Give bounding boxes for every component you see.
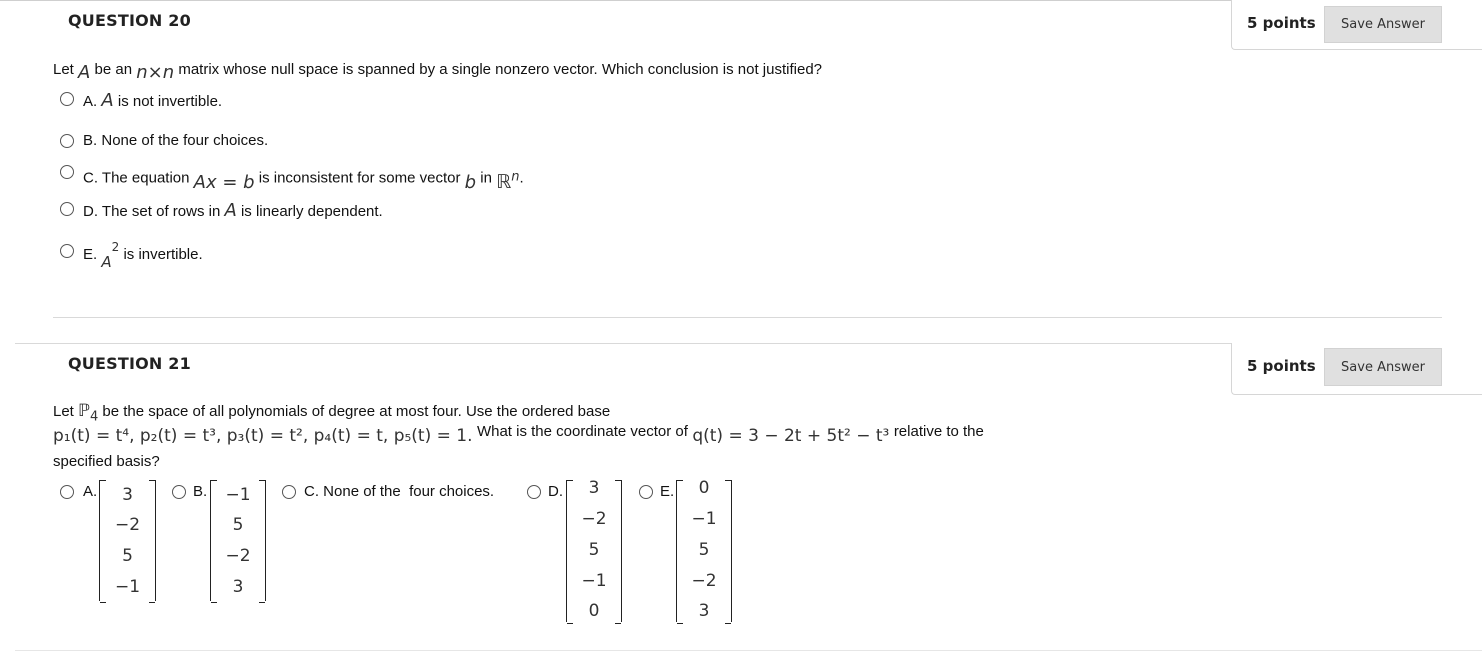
save-answer-button[interactable]: Save Answer <box>1324 348 1442 386</box>
vector-entry: 5 <box>232 515 244 535</box>
math-n-by-n: n×n <box>136 62 175 83</box>
real-numbers-symbol: ℝ <box>496 171 512 194</box>
prompt-text: be the space of all polynomials of degre… <box>102 403 611 420</box>
option-letter: A. <box>83 483 98 500</box>
vector-entry: 0 <box>588 601 600 621</box>
question-prompt-line-2: p₁(t) = t⁴, p₂(t) = t³, p₃(t) = t², p₄(t… <box>53 423 984 446</box>
option-letter: C. <box>83 169 98 187</box>
radio-option-b[interactable] <box>172 485 186 499</box>
math-real-n: ℝn <box>496 170 520 194</box>
radio-option-c[interactable] <box>282 485 296 499</box>
option-d: D. The set of rows in A is linearly depe… <box>83 200 383 221</box>
radio-option-b[interactable] <box>60 134 74 148</box>
option-letter: B. <box>193 483 208 500</box>
radio-option-c[interactable] <box>60 165 74 179</box>
question-prompt-line-1: Let ℙ4 be the space of all polynomials o… <box>53 401 610 424</box>
math-A: A <box>101 253 112 271</box>
vector-entry: 5 <box>122 546 133 566</box>
points-label: 5 points <box>1247 14 1316 32</box>
question-title: QUESTION 20 <box>68 11 191 30</box>
option-text: . <box>519 169 524 187</box>
math-A: A <box>224 200 237 221</box>
vector-entry: −2 <box>691 571 717 591</box>
vector-entry: 3 <box>122 485 133 505</box>
option-letter: E. <box>83 246 98 263</box>
option-letter: E. <box>660 483 675 500</box>
option-text: is inconsistent for some vector <box>258 169 461 187</box>
vector-entry: −1 <box>691 509 717 529</box>
option-text: is not invertible. <box>117 93 223 110</box>
vector-entry: 0 <box>698 478 710 498</box>
question-divider <box>53 317 1442 318</box>
vector-entry: −2 <box>225 546 251 566</box>
points-label: 5 points <box>1247 357 1316 375</box>
option-text: None of the four choices. <box>101 132 269 149</box>
radio-option-d[interactable] <box>60 202 74 216</box>
option-c: C. The equation Ax = b is inconsistent f… <box>83 164 524 193</box>
option-text: is linearly dependent. <box>240 203 383 220</box>
vector-entry: −2 <box>581 509 607 529</box>
vector-option-a: 3 −2 5 −1 <box>99 480 156 603</box>
option-a: A. A is not invertible. <box>83 90 222 111</box>
prompt-text: matrix whose null space is spanned by a … <box>178 61 823 78</box>
radio-option-e[interactable] <box>639 485 653 499</box>
vector-entry: 3 <box>698 601 710 621</box>
option-e: E. A2 is invertible. <box>83 240 203 271</box>
math-b: b <box>464 172 477 194</box>
option-letter: A. <box>83 93 98 110</box>
vector-entry: −1 <box>114 577 141 597</box>
vector-entry: −1 <box>581 571 607 591</box>
subscript-4: 4 <box>89 409 99 425</box>
vector-entry: −1 <box>225 485 251 505</box>
math-ax-equals-b: Ax = b <box>193 172 255 194</box>
math-A: A <box>101 90 114 111</box>
option-text: is invertible. <box>123 246 203 263</box>
option-text: The equation <box>101 169 190 187</box>
prompt-text: What is the coordinate vector of <box>476 423 688 440</box>
math-A: A <box>78 62 91 83</box>
prompt-text: Let <box>53 61 74 78</box>
vector-entry: 5 <box>698 540 710 560</box>
option-text: The set of rows in <box>101 203 221 220</box>
vector-option-b: −1 5 −2 3 <box>210 480 266 603</box>
radio-option-a[interactable] <box>60 485 74 499</box>
option-letter: D. <box>83 203 98 220</box>
bottom-divider <box>15 650 1482 651</box>
prompt-text: be an <box>94 61 133 78</box>
option-text: in <box>480 169 492 187</box>
vector-entry: 5 <box>588 540 600 560</box>
math-P4: ℙ4 <box>78 401 99 425</box>
radio-option-e[interactable] <box>60 244 74 258</box>
option-text: None of the four choices. <box>323 483 495 500</box>
math-basis: p₁(t) = t⁴, p₂(t) = t³, p₃(t) = t², p₄(t… <box>53 426 473 446</box>
vector-entry: 3 <box>588 478 600 498</box>
prompt-text: Let <box>53 403 74 420</box>
radio-option-d[interactable] <box>527 485 541 499</box>
vector-option-d: 3 −2 5 −1 0 <box>566 478 622 624</box>
question-prompt: Let A be an n×n matrix whose null space … <box>53 58 823 83</box>
vector-entry: 3 <box>232 577 244 597</box>
math-q: q(t) = 3 − 2t + 5t² − t³ <box>692 426 890 446</box>
exponent-2: 2 <box>111 240 120 254</box>
save-answer-button[interactable]: Save Answer <box>1324 6 1442 43</box>
math-A-squared: A2 <box>101 240 119 271</box>
polynomial-space-symbol: ℙ <box>78 401 90 421</box>
option-letter: B. <box>83 132 98 149</box>
vector-entry: −2 <box>114 515 141 535</box>
prompt-text: relative to the <box>893 423 984 440</box>
radio-option-a[interactable] <box>60 92 74 106</box>
exponent-n: n <box>511 170 520 185</box>
question-prompt-line-3: specified basis? <box>53 453 160 470</box>
option-c: C. None of the four choices. <box>304 483 494 500</box>
option-b: B. None of the four choices. <box>83 132 268 149</box>
question-title: QUESTION 21 <box>68 354 191 373</box>
option-letter: C. <box>304 483 319 500</box>
vector-option-e: 0 −1 5 −2 3 <box>676 478 732 624</box>
option-letter: D. <box>548 483 563 500</box>
